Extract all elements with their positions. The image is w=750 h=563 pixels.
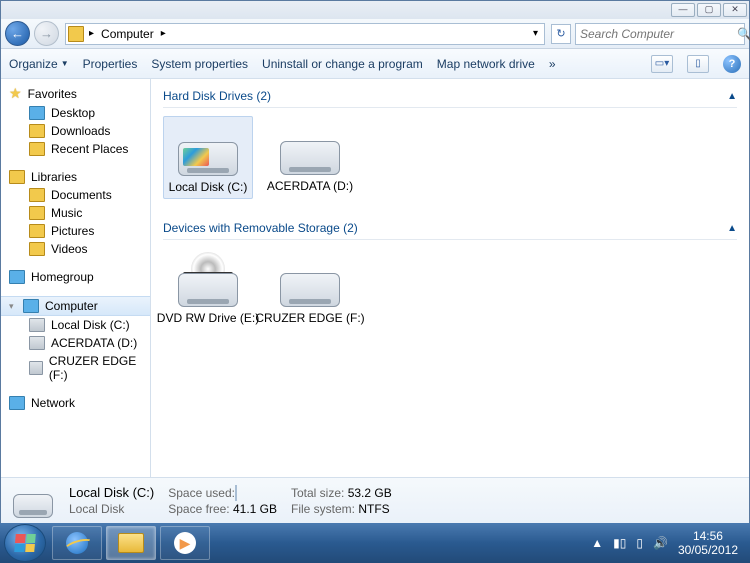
hdd-icon — [275, 120, 345, 175]
network-icon — [9, 396, 25, 410]
recent-icon — [29, 142, 45, 156]
breadcrumb-arrow[interactable]: ▸ — [158, 28, 169, 39]
filesystem-value: NTFS — [358, 502, 389, 516]
homegroup-group[interactable]: Homegroup — [1, 268, 150, 286]
organize-menu[interactable]: Organize ▼ — [9, 57, 69, 71]
drive-dvd-e[interactable]: DVD DVD RW Drive (E:) — [163, 248, 253, 329]
drive-acerdata-d[interactable]: ACERDATA (D:) — [265, 116, 355, 199]
collapse-icon[interactable]: ▲ — [727, 223, 737, 234]
folder-icon — [118, 533, 144, 553]
taskbar-ie[interactable] — [52, 526, 102, 560]
removable-section-header[interactable]: Devices with Removable Storage (2)▲ — [163, 217, 737, 240]
taskbar: ▶ ▲ ▮▯ ▯ 🔊 14:56 30/05/2012 — [0, 523, 750, 563]
view-options[interactable]: ▭▾ — [651, 55, 673, 73]
details-title: Local Disk (C:) — [69, 485, 154, 500]
documents-icon — [29, 188, 45, 202]
sidebar-item-music[interactable]: Music — [1, 204, 150, 222]
close-button[interactable]: ✕ — [723, 3, 747, 17]
nav-bar: ← → ▸ Computer ▸ ▾ ↻ 🔍 — [1, 19, 749, 49]
sidebar-item-acerdata-d[interactable]: ACERDATA (D:) — [1, 334, 150, 352]
selected-drive-icon — [11, 484, 55, 518]
taskbar-wmp[interactable]: ▶ — [160, 526, 210, 560]
total-size-value: 53.2 GB — [348, 486, 392, 500]
drive-cruzer-f[interactable]: CRUZER EDGE (F:) — [265, 248, 355, 329]
pictures-icon — [29, 224, 45, 238]
search-icon[interactable]: 🔍 — [737, 27, 750, 41]
drive-local-disk-c[interactable]: Local Disk (C:) — [163, 116, 253, 199]
search-input[interactable] — [580, 27, 737, 41]
hdd-section-header[interactable]: Hard Disk Drives (2)▲ — [163, 85, 737, 108]
sidebar-item-documents[interactable]: Documents — [1, 186, 150, 204]
properties-button[interactable]: Properties — [83, 57, 138, 71]
uninstall-button[interactable]: Uninstall or change a program — [262, 57, 423, 71]
collapse-icon[interactable]: ▲ — [727, 91, 737, 102]
space-free-value: 41.1 GB — [233, 502, 277, 516]
dvd-drive-icon: DVD — [173, 252, 243, 307]
system-properties-button[interactable]: System properties — [151, 57, 248, 71]
drive-icon — [29, 361, 43, 375]
breadcrumb-root-arrow[interactable]: ▸ — [86, 28, 97, 39]
computer-icon — [23, 299, 39, 313]
refresh-button[interactable]: ↻ — [551, 24, 571, 44]
ie-icon — [66, 532, 88, 554]
minimize-button[interactable]: — — [671, 3, 695, 17]
homegroup-icon — [9, 270, 25, 284]
breadcrumb[interactable]: ▸ Computer ▸ ▾ — [65, 23, 545, 45]
breadcrumb-computer[interactable]: Computer — [97, 27, 158, 41]
system-tray: ▲ ▮▯ ▯ 🔊 14:56 30/05/2012 — [591, 529, 746, 557]
sidebar-item-localdisk-c[interactable]: Local Disk (C:) — [1, 316, 150, 334]
desktop-icon — [29, 106, 45, 120]
hdd-icon — [173, 121, 243, 176]
videos-icon — [29, 242, 45, 256]
sidebar-item-videos[interactable]: Videos — [1, 240, 150, 258]
forward-button[interactable]: → — [34, 21, 59, 46]
sidebar-item-downloads[interactable]: Downloads — [1, 122, 150, 140]
maximize-button[interactable]: ▢ — [697, 3, 721, 17]
help-icon[interactable]: ? — [723, 55, 741, 73]
clock[interactable]: 14:56 30/05/2012 — [678, 529, 738, 557]
preview-pane-toggle[interactable]: ▯ — [687, 55, 709, 73]
details-pane: Local Disk (C:) Local Disk Space used: S… — [1, 477, 749, 523]
space-used-bar — [235, 485, 237, 501]
nav-pane: ★Favorites Desktop Downloads Recent Plac… — [1, 79, 151, 477]
sidebar-item-pictures[interactable]: Pictures — [1, 222, 150, 240]
breadcrumb-dropdown[interactable]: ▾ — [529, 28, 542, 39]
titlebar: — ▢ ✕ — [1, 1, 749, 19]
computer-group[interactable]: ▾Computer — [1, 296, 150, 316]
details-subtitle: Local Disk — [69, 502, 154, 516]
favorites-icon: ★ — [9, 85, 22, 102]
drive-icon — [29, 318, 45, 332]
tray-volume-icon[interactable]: 🔊 — [653, 536, 668, 550]
drive-icon — [29, 336, 45, 350]
network-group[interactable]: Network — [1, 394, 150, 412]
computer-icon — [68, 26, 84, 42]
libraries-icon — [9, 170, 25, 184]
more-commands[interactable]: » — [549, 57, 556, 71]
favorites-group[interactable]: ★Favorites — [1, 83, 150, 104]
back-button[interactable]: ← — [5, 21, 30, 46]
explorer-window: — ▢ ✕ ← → ▸ Computer ▸ ▾ ↻ 🔍 Organize ▼ … — [0, 0, 750, 524]
libraries-group[interactable]: Libraries — [1, 168, 150, 186]
media-player-icon: ▶ — [174, 532, 196, 554]
taskbar-explorer[interactable] — [106, 526, 156, 560]
body: ★Favorites Desktop Downloads Recent Plac… — [1, 79, 749, 477]
map-drive-button[interactable]: Map network drive — [437, 57, 535, 71]
start-button[interactable] — [4, 524, 46, 562]
content-pane: Hard Disk Drives (2)▲ Local Disk (C:) AC… — [151, 79, 749, 477]
sidebar-item-recent[interactable]: Recent Places — [1, 140, 150, 158]
removable-drive-icon — [275, 252, 345, 307]
tray-action-center-icon[interactable]: ▯ — [636, 536, 643, 550]
tray-network-icon[interactable]: ▮▯ — [613, 536, 626, 550]
sidebar-item-desktop[interactable]: Desktop — [1, 104, 150, 122]
folder-icon — [29, 124, 45, 138]
sidebar-item-cruzer-f[interactable]: CRUZER EDGE (F:) — [1, 352, 150, 384]
search-box[interactable]: 🔍 — [575, 23, 745, 45]
music-icon — [29, 206, 45, 220]
tray-show-hidden[interactable]: ▲ — [591, 536, 603, 550]
command-bar: Organize ▼ Properties System properties … — [1, 49, 749, 79]
